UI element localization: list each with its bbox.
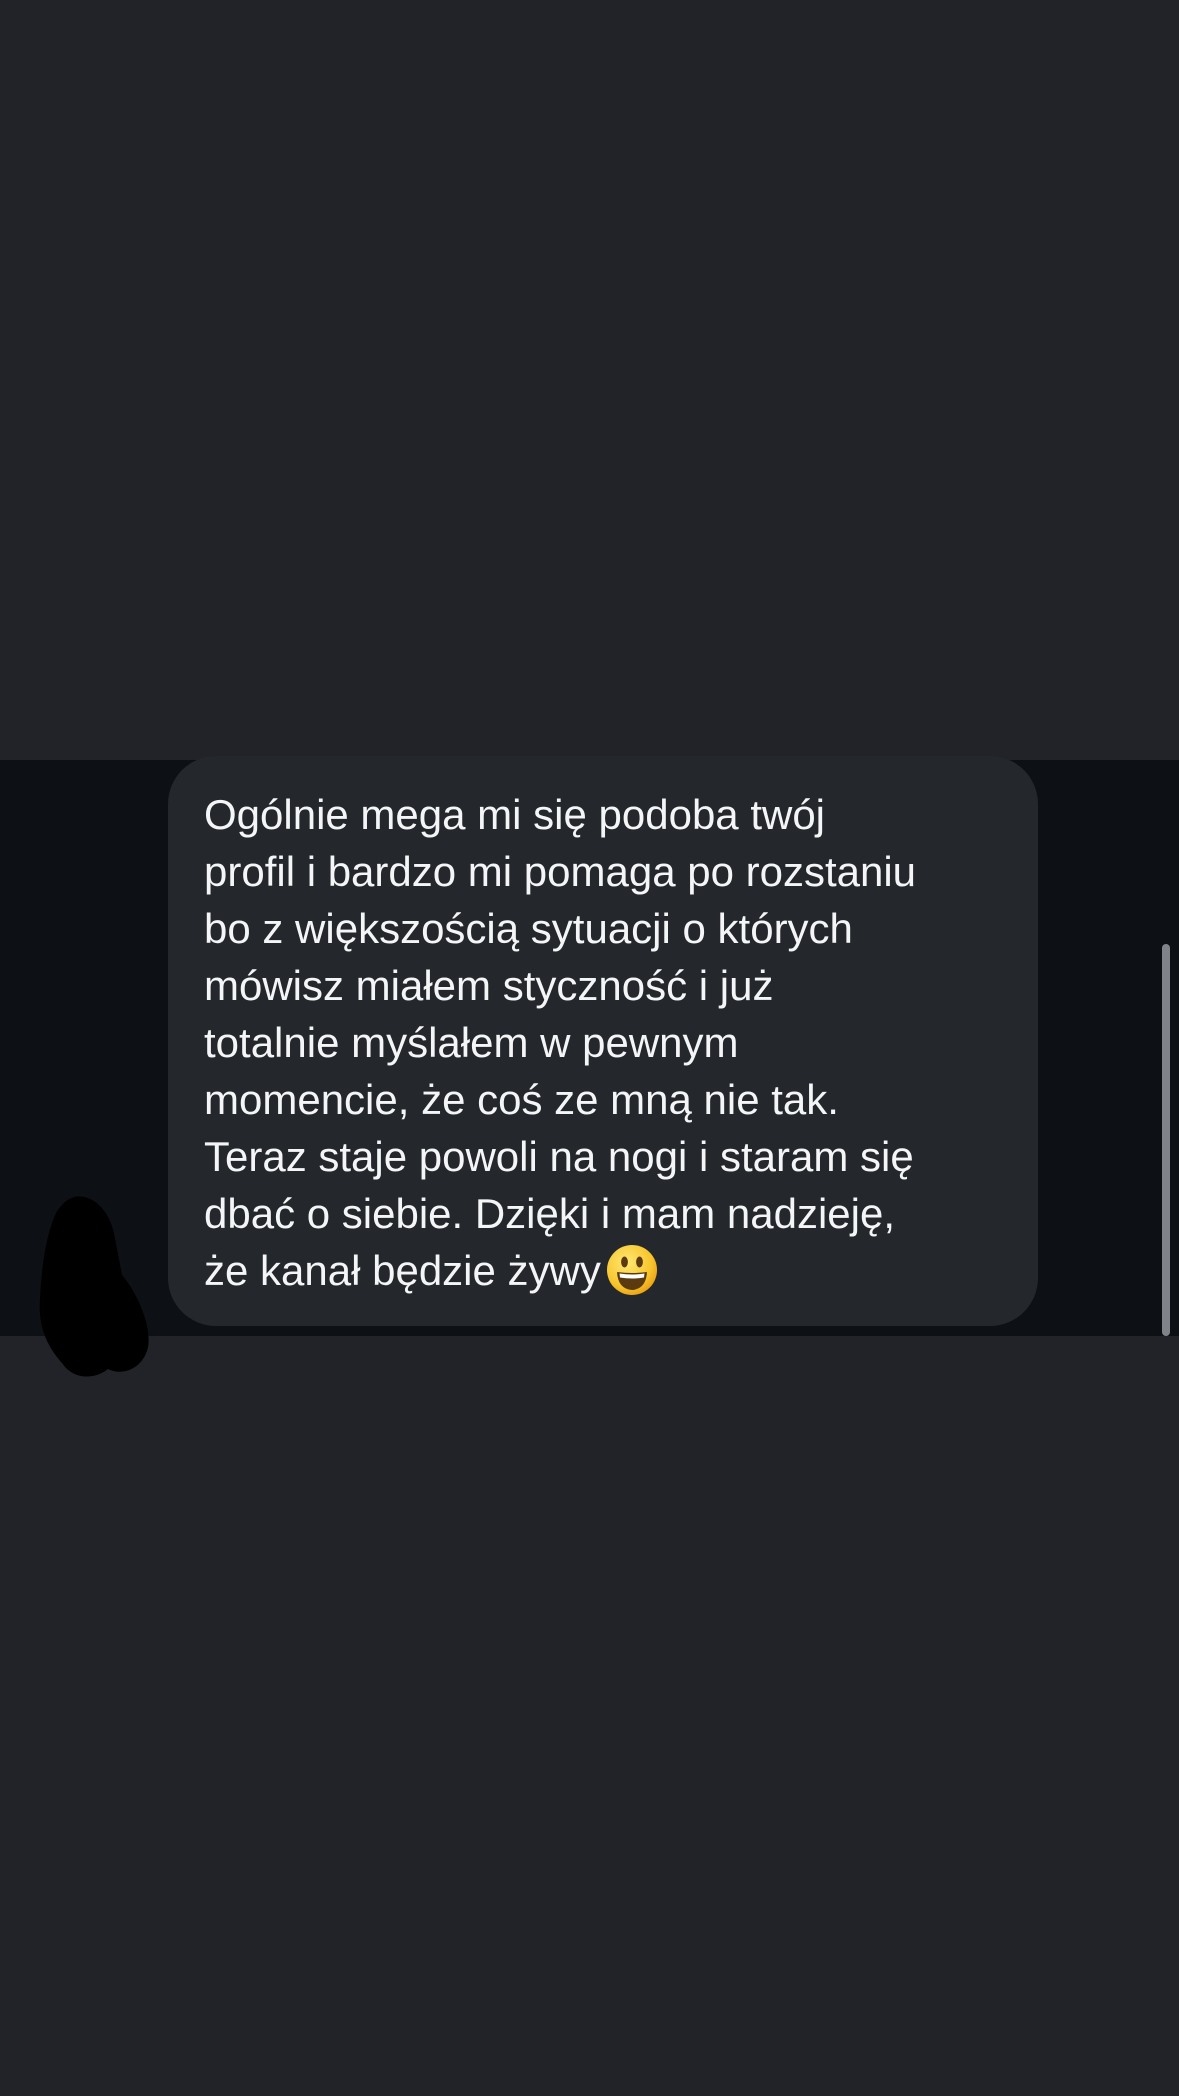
redacted-avatar-shape [39,1196,149,1377]
dm-screen: Ogólnie mega mi się podoba twój profil i… [0,0,1179,2096]
message-line: Teraz staje powoli na nogi i staram się [204,1133,914,1180]
message-line: Ogólnie mega mi się podoba twój [204,791,826,838]
received-message-bubble[interactable]: Ogólnie mega mi się podoba twój profil i… [168,756,1038,1326]
scrollbar[interactable] [1162,944,1170,1336]
message-last-line: że kanał będzie żywy [204,1242,1004,1299]
message-line: dbać o siebie. Dzięki i mam nadzieję, [204,1190,895,1237]
message-line: bo z większością sytuacji o których [204,905,853,952]
message-line: mówisz miałem styczność i już [204,962,774,1009]
smiling-face-icon [606,1245,657,1295]
redacted-avatar [38,1195,150,1377]
message-line: że kanał będzie żywy [204,1247,601,1294]
message-line: profil i bardzo mi pomaga po rozstaniu [204,848,917,895]
message-line: totalnie myślałem w pewnym [204,1019,739,1066]
message-line: momencie, że coś ze mną nie tak. [204,1076,839,1123]
message-text: Ogólnie mega mi się podoba twój profil i… [204,786,1004,1299]
